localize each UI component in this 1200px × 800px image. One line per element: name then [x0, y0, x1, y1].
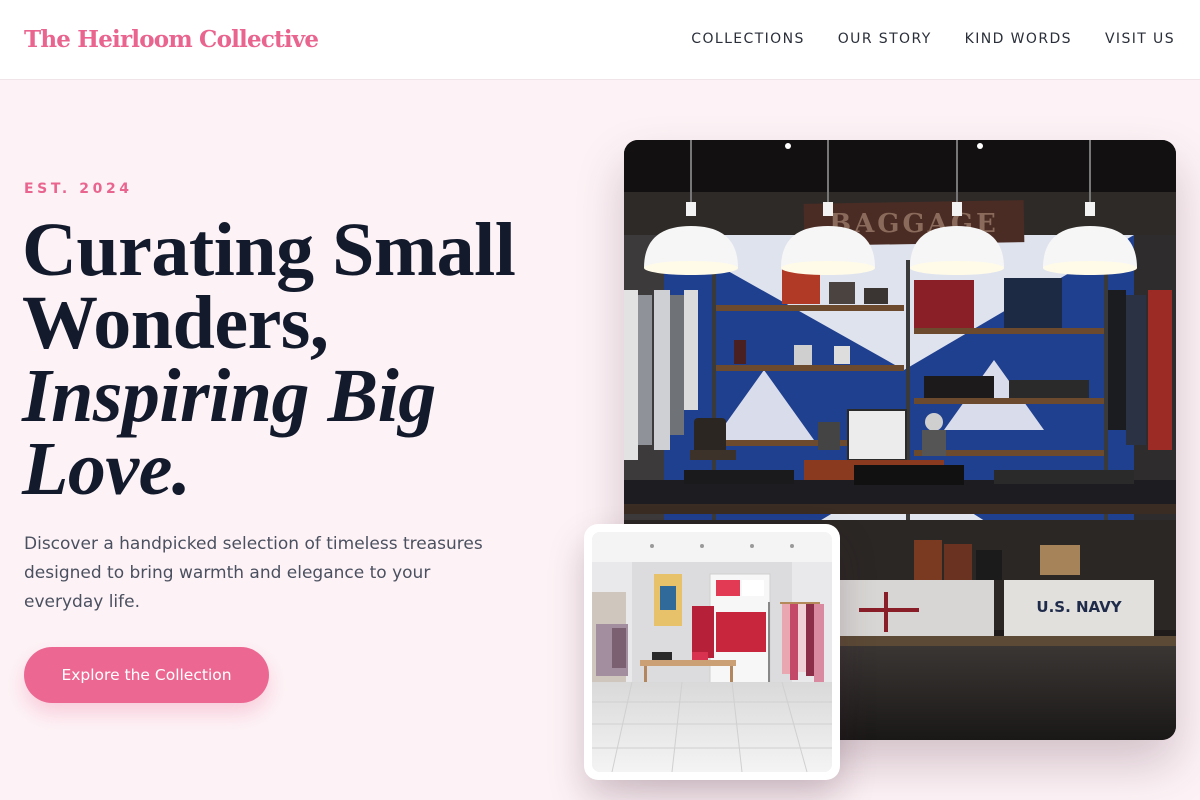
- nav-our-story[interactable]: OUR STORY: [838, 31, 932, 47]
- navy-shirt-text: U.S. NAVY: [1036, 598, 1122, 616]
- nav-visit-us[interactable]: VISIT US: [1105, 31, 1175, 47]
- brand-logo[interactable]: The Heirloom Collective: [24, 26, 319, 53]
- boutique-photo-card: [584, 524, 840, 780]
- main-nav: COLLECTIONS OUR STORY KIND WORDS VISIT U…: [691, 31, 1175, 47]
- hero-headline: Curating Small Wonders, Inspiring Big Lo…: [22, 208, 582, 511]
- site-header: The Heirloom Collective COLLECTIONS OUR …: [0, 0, 1200, 80]
- headline-line-1: Curating Small: [22, 208, 516, 292]
- headline-line-4: Love.: [22, 427, 191, 511]
- boutique-photo: [592, 532, 832, 772]
- nav-kind-words[interactable]: KIND WORDS: [965, 31, 1072, 47]
- hero-description: Discover a handpicked selection of timel…: [24, 534, 483, 612]
- nav-collections[interactable]: COLLECTIONS: [691, 31, 804, 47]
- headline-line-3: Inspiring Big: [22, 354, 436, 438]
- hero-eyebrow: EST. 2024: [24, 181, 133, 197]
- explore-collection-button[interactable]: Explore the Collection: [24, 647, 269, 703]
- headline-line-2: Wonders,: [22, 281, 329, 365]
